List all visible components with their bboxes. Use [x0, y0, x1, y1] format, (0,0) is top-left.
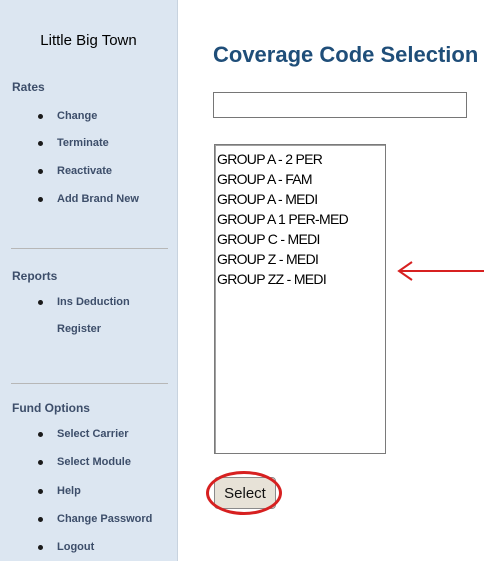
nav-add-brand-new[interactable]: Add Brand New [57, 192, 139, 206]
section-rates-heading: Rates [12, 80, 45, 94]
sidebar: Little Big Town Rates Change Terminate R… [0, 0, 178, 561]
nav-register[interactable]: Register [57, 322, 101, 336]
list-item[interactable]: GROUP C - MEDI [217, 229, 385, 249]
nav-select-module[interactable]: Select Module [57, 455, 131, 469]
divider [11, 248, 168, 249]
list-item[interactable]: GROUP ZZ - MEDI [217, 269, 385, 289]
coverage-code-input[interactable] [213, 92, 467, 118]
arrow-left-icon [397, 261, 484, 281]
bullet-icon [38, 517, 43, 522]
bullet-icon [38, 545, 43, 550]
app-title: Little Big Town [40, 32, 137, 49]
bullet-icon [38, 460, 43, 465]
list-item[interactable]: GROUP Z - MEDI [217, 249, 385, 269]
section-fund-options-heading: Fund Options [12, 401, 90, 415]
list-item[interactable]: GROUP A - MEDI [217, 189, 385, 209]
nav-reactivate[interactable]: Reactivate [57, 164, 112, 178]
nav-help[interactable]: Help [57, 484, 81, 498]
nav-change-password[interactable]: Change Password [57, 512, 152, 526]
page-title: Coverage Code Selection [213, 42, 479, 67]
list-item[interactable]: GROUP A 1 PER-MED [217, 209, 385, 229]
nav-select-carrier[interactable]: Select Carrier [57, 427, 129, 441]
divider [11, 383, 168, 384]
list-item[interactable]: GROUP A - 2 PER [217, 149, 385, 169]
bullet-icon [38, 432, 43, 437]
nav-logout[interactable]: Logout [57, 540, 94, 554]
bullet-icon [38, 300, 43, 305]
bullet-icon [38, 489, 43, 494]
nav-change[interactable]: Change [57, 109, 97, 123]
bullet-icon [38, 169, 43, 174]
section-reports-heading: Reports [12, 269, 58, 283]
select-button[interactable]: Select [214, 477, 276, 509]
nav-terminate[interactable]: Terminate [57, 136, 109, 150]
bullet-icon [38, 197, 43, 202]
bullet-icon [38, 114, 43, 119]
coverage-code-listbox[interactable]: GROUP A - 2 PER GROUP A - FAM GROUP A - … [214, 144, 386, 454]
nav-ins-deduction[interactable]: Ins Deduction [57, 295, 130, 309]
bullet-icon [38, 141, 43, 146]
list-item[interactable]: GROUP A - FAM [217, 169, 385, 189]
